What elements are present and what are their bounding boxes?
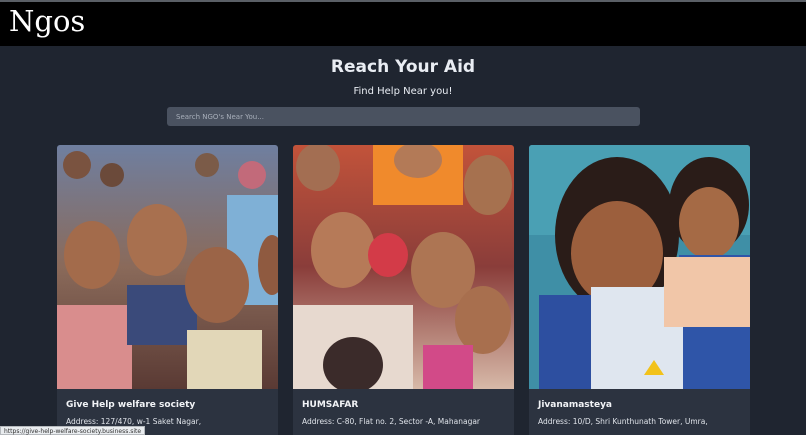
ngo-card[interactable]: Give Help welfare society Address: 127/4… [57, 145, 278, 435]
navbar: Ngos [0, 2, 806, 46]
ngo-card[interactable]: HUMSAFAR Address: C-80, Flat no. 2, Sect… [293, 145, 514, 435]
status-bar-url: https://give-help-welfare-society.busine… [0, 426, 146, 435]
ngo-card-address: Address: 10/D, Shri Kunthunath Tower, Um… [538, 417, 708, 426]
ngo-card[interactable]: Jivanamasteya Address: 10/D, Shri Kunthu… [529, 145, 750, 435]
page-subtitle: Find Help Near you! [353, 86, 453, 97]
ngo-card-image [529, 145, 750, 389]
page-title: Reach Your Aid [330, 57, 476, 77]
ngo-card-address: Address: 127/470, w-1 Saket Nagar, [66, 417, 202, 426]
search-input[interactable] [167, 107, 640, 126]
ngo-card-title[interactable]: Jivanamasteya [538, 400, 612, 410]
ngo-card-title[interactable]: Give Help welfare society [66, 400, 195, 410]
ngo-card-title[interactable]: HUMSAFAR [302, 400, 358, 410]
ngo-card-image [57, 145, 278, 389]
ngo-card-address: Address: C-80, Flat no. 2, Sector -A, Ma… [302, 417, 481, 426]
brand-logo-link[interactable]: Ngos [9, 4, 85, 38]
ngo-card-image [293, 145, 514, 389]
